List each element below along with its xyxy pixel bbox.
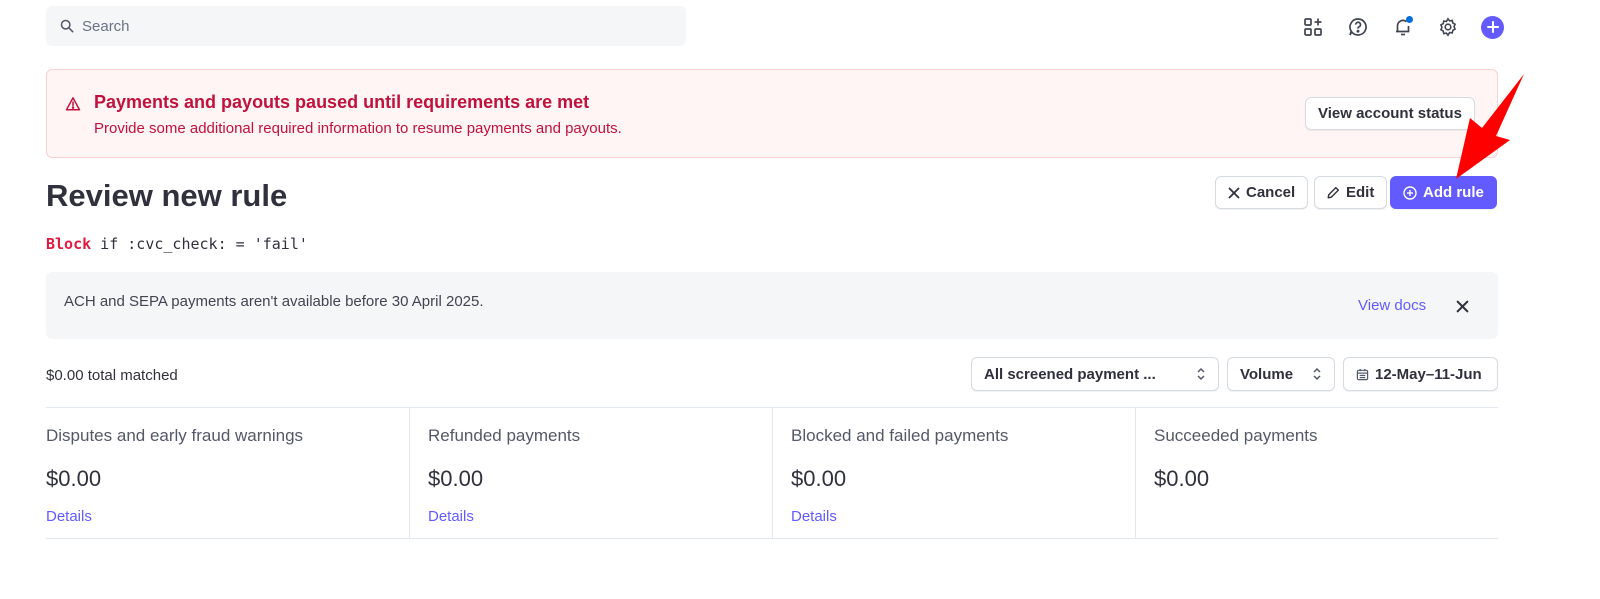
search-icon	[60, 19, 74, 33]
annotation-arrow-icon	[1456, 74, 1524, 179]
payment-type-select[interactable]: All screened payment ...	[971, 357, 1219, 391]
chevron-updown-icon	[1197, 367, 1205, 381]
rule-expression: Block if :cvc_check: = 'fail'	[46, 235, 308, 253]
view-docs-link[interactable]: View docs	[1358, 297, 1426, 314]
pencil-icon	[1327, 186, 1340, 199]
edit-label: Edit	[1346, 184, 1375, 201]
notification-dot	[1406, 16, 1413, 23]
chevron-updown-icon	[1313, 367, 1321, 381]
payment-type-value: All screened payment ...	[984, 365, 1156, 383]
add-rule-button[interactable]: Add rule	[1390, 176, 1497, 209]
create-button[interactable]	[1470, 14, 1515, 40]
metric-card: Refunded payments $0.00 Details	[409, 408, 772, 538]
plus-icon	[1481, 15, 1504, 39]
metric-value: $0.00	[46, 466, 102, 491]
date-range-picker[interactable]: 12-May–11-Jun	[1343, 357, 1498, 391]
top-toolbar	[1290, 14, 1515, 40]
cancel-button[interactable]: Cancel	[1215, 176, 1309, 209]
metric-select[interactable]: Volume	[1227, 357, 1335, 391]
add-rule-label: Add rule	[1423, 184, 1484, 201]
close-icon	[1228, 187, 1240, 198]
cancel-label: Cancel	[1246, 184, 1296, 201]
apps-icon[interactable]	[1290, 14, 1335, 40]
page-title: Review new rule	[46, 178, 288, 213]
help-icon[interactable]	[1335, 14, 1380, 40]
date-range-value: 12-May–11-Jun	[1375, 365, 1482, 383]
metric-value: $0.00	[1154, 466, 1210, 491]
calendar-icon	[1356, 368, 1369, 380]
metric-card: Disputes and early fraud warnings $0.00 …	[46, 408, 409, 538]
edit-button[interactable]: Edit	[1314, 176, 1388, 209]
warning-icon	[65, 97, 81, 111]
details-link[interactable]: Details	[46, 508, 92, 525]
close-icon	[1456, 300, 1468, 312]
plus-circle-icon	[1403, 185, 1417, 200]
metric-value: $0.00	[791, 466, 847, 491]
metric-card: Succeeded payments $0.00	[1135, 408, 1498, 538]
metric-card: Blocked and failed payments $0.00 Detail…	[772, 408, 1135, 538]
alert-title: Payments and payouts paused until requir…	[94, 92, 590, 112]
search-input[interactable]	[82, 17, 642, 35]
info-banner: ACH and SEPA payments aren't available b…	[46, 272, 1498, 339]
search-bar[interactable]	[46, 6, 686, 46]
rule-condition: if :cvc_check: = 'fail'	[91, 235, 308, 253]
dismiss-button[interactable]	[1452, 296, 1472, 316]
details-link[interactable]: Details	[428, 508, 474, 525]
metric-label: Disputes and early fraud warnings	[46, 426, 304, 445]
alert-description: Provide some additional required informa…	[94, 120, 622, 137]
metric-label: Blocked and failed payments	[791, 426, 1009, 445]
requirements-alert: Payments and payouts paused until requir…	[46, 69, 1498, 158]
gear-icon[interactable]	[1425, 14, 1470, 40]
details-link[interactable]: Details	[791, 508, 837, 525]
bell-icon[interactable]	[1380, 14, 1425, 40]
metric-label: Refunded payments	[428, 426, 581, 445]
total-matched: $0.00 total matched	[46, 367, 178, 384]
rule-action-keyword: Block	[46, 235, 92, 253]
metric-label: Succeeded payments	[1154, 426, 1318, 445]
metric-value: Volume	[1240, 365, 1294, 383]
metrics-grid: Disputes and early fraud warnings $0.00 …	[46, 407, 1498, 539]
metric-value: $0.00	[428, 466, 484, 491]
info-text: ACH and SEPA payments aren't available b…	[64, 293, 484, 310]
